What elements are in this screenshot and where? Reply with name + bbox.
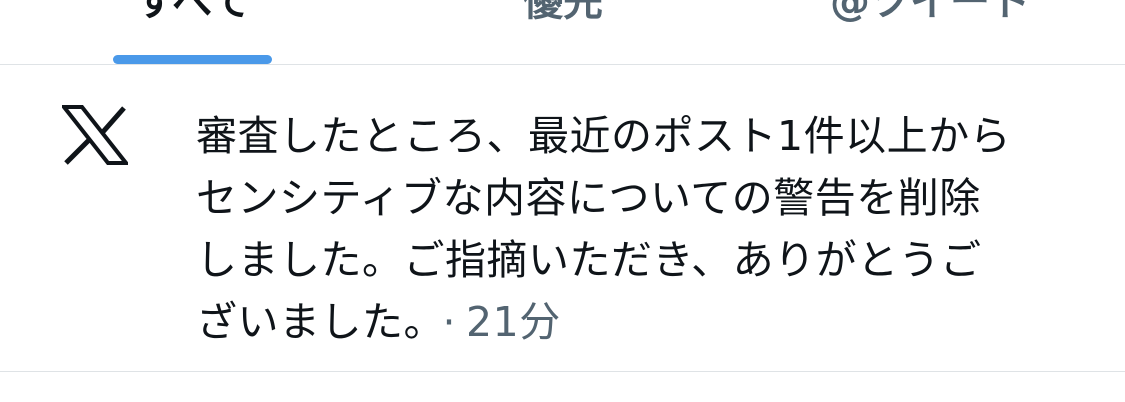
tab-mentions[interactable]: @ツイート (800, 0, 1060, 34)
timestamp: 21分 (466, 298, 561, 346)
notification-line: 審査したところ、最近のポスト1件以上から (196, 112, 1012, 160)
notification-line: ざいました。 (196, 298, 425, 346)
notification-line: しました。ご指摘いただき、ありがとうご (196, 236, 982, 284)
active-tab-indicator (113, 55, 272, 64)
notification-text: 審査したところ、最近のポスト1件以上から センシティブな内容についての警告を削除… (196, 105, 1096, 353)
notification-divider (0, 371, 1125, 372)
notification-last-line: ざいました。 · 21分 (196, 291, 1096, 353)
notification-tabs: すべて 優先 @ツイート (0, 0, 1125, 64)
tab-priority[interactable]: 優先 (470, 0, 656, 34)
notification-line: センシティブな内容についての警告を削除 (196, 174, 981, 222)
x-logo-icon (62, 105, 128, 165)
timestamp-separator: · (442, 298, 457, 346)
tab-all[interactable]: すべて (100, 0, 286, 34)
notification-item[interactable]: 審査したところ、最近のポスト1件以上から センシティブな内容についての警告を削除… (0, 65, 1125, 371)
